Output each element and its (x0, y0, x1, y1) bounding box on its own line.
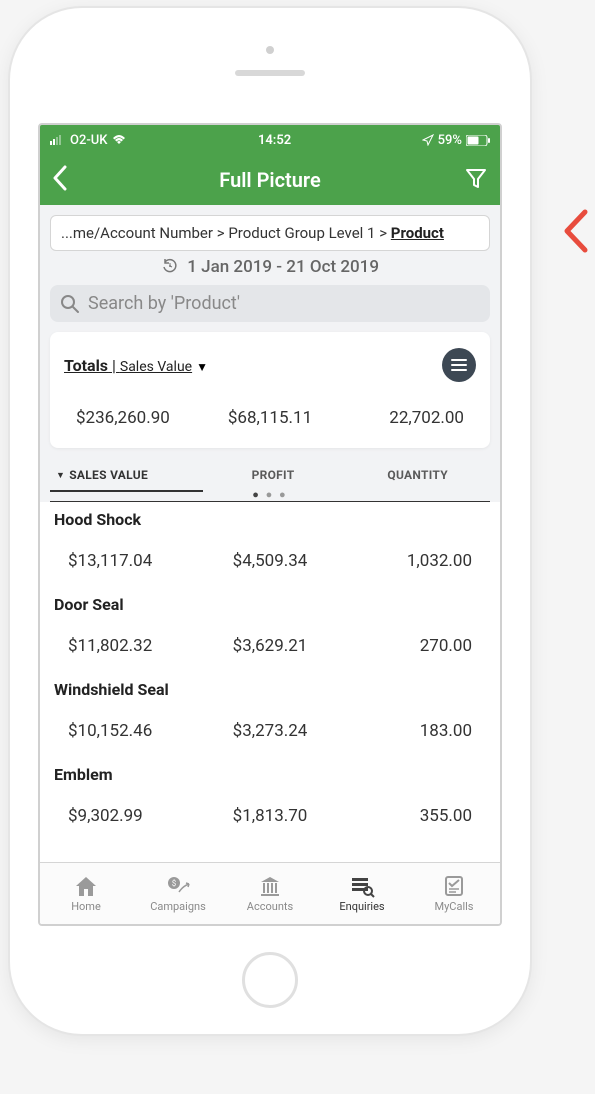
tab-profit[interactable]: PROFIT (201, 460, 346, 490)
tab-sales-value[interactable]: ▼ SALES VALUE (50, 460, 201, 490)
cell-quantity: 183.00 (337, 721, 486, 741)
table-row[interactable]: Emblem $9,302.99 $1,813.70 355.00 (40, 757, 500, 842)
nav-bar: Full Picture (40, 155, 500, 205)
nav-label: Campaigns (150, 900, 206, 913)
search-icon (60, 294, 80, 314)
breadcrumb-current: Product (391, 224, 444, 242)
totals-sub-label: Sales Value (120, 359, 192, 375)
product-name: Hood Shock (54, 510, 486, 529)
breadcrumb-part-1: ...me/Account Number (61, 224, 213, 242)
back-button[interactable] (52, 165, 68, 195)
search-bar[interactable] (50, 285, 490, 322)
cell-sales-value: $9,302.99 (54, 806, 203, 826)
totals-label: Totals (64, 356, 108, 375)
speaker-slot (235, 70, 305, 76)
home-button[interactable] (242, 952, 298, 1008)
status-bar: O2-UK 14:52 59% (40, 125, 500, 155)
campaigns-icon: $ (165, 874, 191, 898)
battery-percent: 59% (438, 133, 462, 148)
enquiries-icon (349, 874, 375, 898)
screen: O2-UK 14:52 59% Full Picture ...me/Ac (38, 123, 502, 926)
phone-frame: O2-UK 14:52 59% Full Picture ...me/Ac (10, 8, 530, 1034)
page-title: Full Picture (219, 168, 320, 192)
location-icon (422, 134, 434, 146)
sort-desc-icon: ▼ (56, 470, 65, 481)
menu-button[interactable] (442, 348, 476, 382)
date-range[interactable]: 1 Jan 2019 - 21 Oct 2019 (40, 257, 500, 285)
cell-profit: $3,273.24 (203, 721, 338, 741)
nav-enquiries[interactable]: Enquiries (316, 863, 408, 924)
nav-label: Enquiries (339, 900, 384, 913)
hamburger-icon (451, 359, 467, 371)
totals-row: $236,260.90 $68,115.11 22,702.00 (64, 408, 476, 428)
speaker-dot (266, 46, 274, 54)
filter-button[interactable] (464, 166, 488, 194)
nav-label: Home (71, 900, 101, 913)
breadcrumb-part-2: Product Group Level 1 (228, 224, 375, 242)
refresh-icon (161, 257, 179, 275)
mycalls-icon (441, 874, 467, 898)
cell-quantity: 1,032.00 (337, 551, 486, 571)
nav-campaigns[interactable]: $ Campaigns (132, 863, 224, 924)
svg-text:$: $ (172, 879, 177, 888)
nav-mycalls[interactable]: MyCalls (408, 863, 500, 924)
tab-quantity[interactable]: QUANTITY (345, 460, 490, 490)
nav-label: MyCalls (435, 900, 474, 913)
cell-quantity: 270.00 (337, 636, 486, 656)
table-row[interactable]: Windshield Seal $10,152.46 $3,273.24 183… (40, 672, 500, 757)
chevron-down-icon: ▼ (196, 360, 208, 374)
totals-sales-value: $236,260.90 (64, 408, 205, 428)
totals-header-button[interactable]: Totals | Sales Value ▼ (64, 356, 208, 375)
column-tabs: ▼ SALES VALUE PROFIT QUANTITY (40, 460, 500, 490)
annotation-arrow-icon (559, 206, 589, 260)
cell-profit: $1,813.70 (203, 806, 338, 826)
product-name: Windshield Seal (54, 680, 486, 699)
product-name: Door Seal (54, 595, 486, 614)
cell-sales-value: $10,152.46 (54, 721, 203, 741)
nav-home[interactable]: Home (40, 863, 132, 924)
table-row[interactable]: Door Seal $11,802.32 $3,629.21 270.00 (40, 587, 500, 672)
home-icon (73, 874, 99, 898)
carrier-label: O2-UK (70, 133, 107, 148)
product-name: Emblem (54, 765, 486, 784)
cell-quantity: 355.00 (337, 806, 486, 826)
wifi-icon (111, 134, 127, 146)
cell-sales-value: $11,802.32 (54, 636, 203, 656)
bottom-nav: Home $ Campaigns Accounts Enquiries MyCa… (40, 862, 500, 924)
signal-icon (50, 135, 66, 145)
cell-profit: $3,629.21 (203, 636, 338, 656)
cell-profit: $4,509.34 (203, 551, 338, 571)
totals-quantity: 22,702.00 (335, 408, 476, 428)
nav-label: Accounts (247, 900, 293, 913)
nav-accounts[interactable]: Accounts (224, 863, 316, 924)
totals-profit: $68,115.11 (205, 408, 334, 428)
totals-card: Totals | Sales Value ▼ $236,260.90 $68,1… (50, 332, 490, 448)
search-input[interactable] (88, 293, 480, 314)
accounts-icon (257, 874, 283, 898)
breadcrumb[interactable]: ...me/Account Number > Product Group Lev… (50, 215, 490, 251)
product-table[interactable]: Hood Shock $13,117.04 $4,509.34 1,032.00… (40, 502, 500, 862)
cell-sales-value: $13,117.04 (54, 551, 203, 571)
table-row[interactable]: Hood Shock $13,117.04 $4,509.34 1,032.00 (40, 502, 500, 587)
content-area: ...me/Account Number > Product Group Lev… (40, 205, 500, 862)
battery-icon (466, 135, 490, 146)
clock-label: 14:52 (258, 133, 291, 148)
